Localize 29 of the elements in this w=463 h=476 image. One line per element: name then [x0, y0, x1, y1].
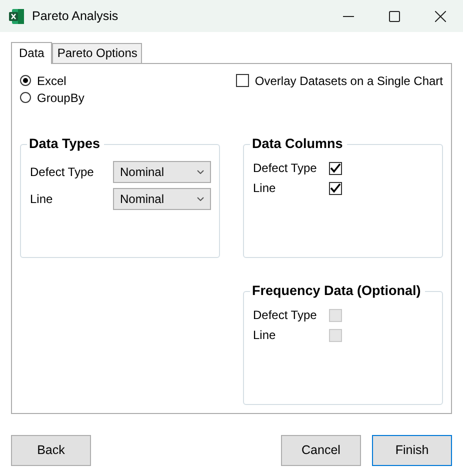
- checkbox[interactable]: [236, 74, 249, 87]
- dropdown[interactable]: Nominal: [113, 188, 211, 210]
- tab[interactable]: Pareto Options: [52, 43, 142, 63]
- checkbox[interactable]: [329, 162, 342, 174]
- group-title: Frequency Data (Optional): [250, 283, 425, 299]
- field-label: Defect Type: [253, 307, 318, 324]
- field-label: Line: [253, 180, 277, 197]
- checkbox-label: Overlay Datasets on a Single Chart: [254, 72, 443, 90]
- field-label: Line: [30, 190, 54, 208]
- radio-button[interactable]: [20, 75, 31, 86]
- tab[interactable]: Data: [11, 42, 52, 64]
- window-title: Pareto Analysis: [32, 8, 118, 25]
- dialog-button[interactable]: Finish: [372, 435, 452, 466]
- field-label: Defect Type: [253, 160, 318, 177]
- checkbox[interactable]: [329, 182, 342, 194]
- app-icon: [9, 8, 24, 24]
- dropdown[interactable]: Nominal: [113, 160, 211, 182]
- caret-icon: [197, 196, 204, 200]
- radio-label: Excel: [37, 72, 66, 90]
- dialog-button[interactable]: Back: [11, 435, 91, 466]
- field-label: Defect Type: [30, 164, 95, 180]
- radio-button[interactable]: [20, 92, 31, 103]
- group-title: Data Types: [27, 136, 104, 152]
- maximize-icon: [388, 10, 400, 22]
- radio-label: GroupBy: [37, 90, 84, 106]
- close-icon: [434, 10, 446, 22]
- field-label: Line: [253, 327, 277, 344]
- caret-icon: [197, 170, 204, 174]
- dialog-button[interactable]: Cancel: [281, 435, 361, 466]
